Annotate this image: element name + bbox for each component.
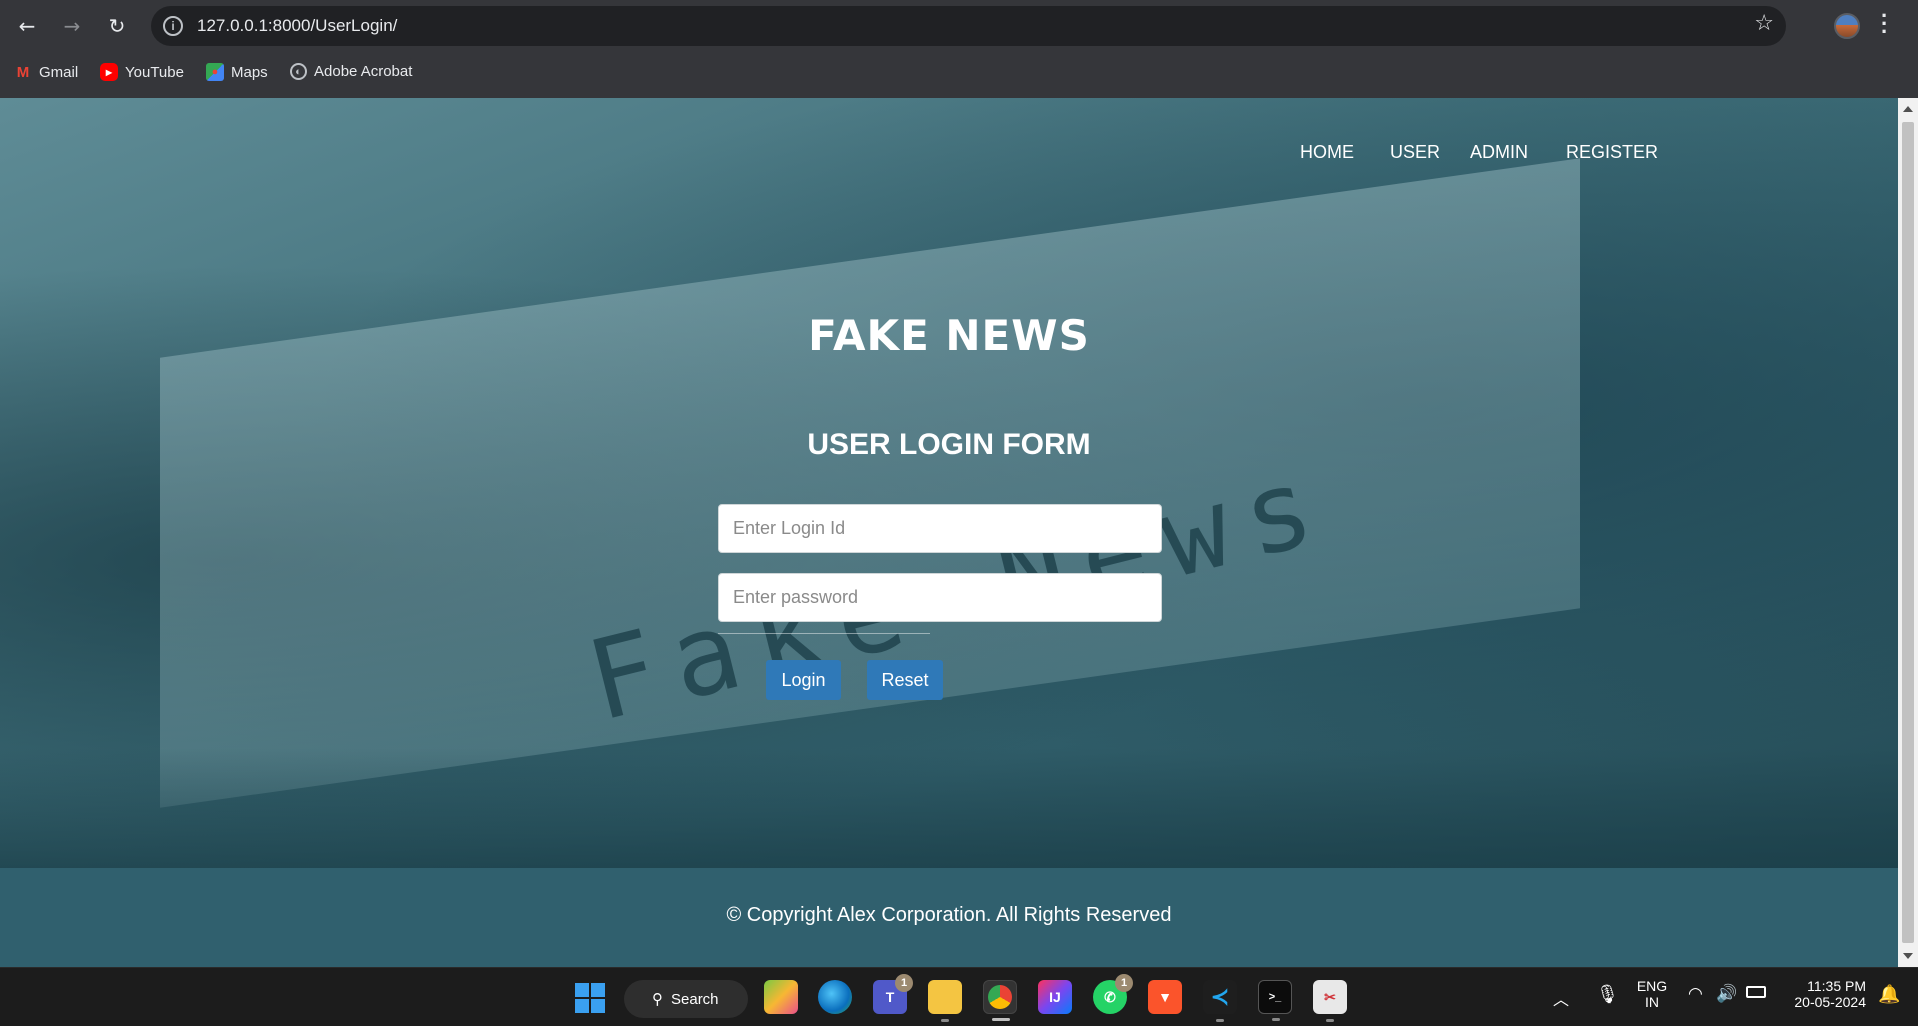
scroll-down-icon[interactable]: [1903, 953, 1913, 959]
running-indicator: [1216, 1019, 1224, 1022]
form-divider: [718, 633, 930, 634]
hero-shadow: [0, 748, 1898, 868]
copilot-icon[interactable]: [764, 980, 798, 1014]
volume-icon[interactable]: 🔊: [1716, 984, 1737, 1004]
maps-icon: ●: [206, 63, 224, 81]
windows-start-icon[interactable]: [575, 983, 605, 1013]
forward-icon[interactable]: →: [56, 10, 88, 42]
language-indicator[interactable]: ENG IN: [1636, 978, 1668, 1010]
chrome-logo: [988, 985, 1012, 1009]
wifi-icon[interactable]: ◠: [1688, 984, 1703, 1004]
bookmark-youtube[interactable]: ▶ YouTube: [100, 63, 184, 81]
bookmark-label: YouTube: [125, 63, 184, 81]
page-footer: © Copyright Alex Corporation. All Rights…: [0, 868, 1898, 967]
language-code: ENG: [1636, 978, 1668, 994]
clock-time: 11:35 PM: [1807, 978, 1866, 994]
language-region: IN: [1645, 994, 1659, 1010]
bookmark-maps[interactable]: ● Maps: [206, 63, 268, 81]
bookmark-adobe-acrobat[interactable]: ◐ Adobe Acrobat: [290, 63, 412, 80]
bookmark-label: Maps: [231, 63, 268, 81]
file-explorer-icon[interactable]: [928, 980, 962, 1022]
globe-icon: ◐: [290, 63, 307, 80]
scroll-up-icon[interactable]: [1903, 106, 1913, 112]
scrollbar-thumb[interactable]: [1902, 122, 1914, 943]
battery-icon[interactable]: [1746, 986, 1766, 998]
running-indicator: [1326, 1019, 1334, 1022]
teams-icon[interactable]: T1: [873, 974, 913, 1014]
windows-taskbar: ⚲ Search T1 IJ ✆ 1 ▼ ≺ >_ ✂ ︿ 🎙 ENG IN ◠ …: [0, 967, 1918, 1026]
nav-admin[interactable]: ADMIN: [1470, 142, 1528, 163]
whatsapp-badge: 1: [1115, 974, 1133, 992]
page-viewport: Fake News HOME USER ADMIN REGISTER FAKE …: [0, 98, 1898, 967]
bookmarks-bar: M Gmail ▶ YouTube ● Maps ◐ Adobe Acrobat: [0, 52, 1918, 98]
login-form-title: USER LOGIN FORM: [807, 428, 1091, 461]
edge-icon[interactable]: [818, 980, 852, 1014]
running-indicator: [1272, 1018, 1280, 1021]
show-hidden-icons-icon[interactable]: ︿: [1553, 986, 1569, 1010]
browser-toolbar: ← → ↻ i 127.0.0.1:8000/UserLogin/ ☆ · · ·: [0, 0, 1918, 52]
taskbar-search[interactable]: ⚲ Search: [624, 980, 748, 1018]
bookmark-star-icon[interactable]: ☆: [1754, 11, 1774, 36]
address-bar[interactable]: i 127.0.0.1:8000/UserLogin/ ☆: [151, 6, 1786, 46]
nav-user[interactable]: USER: [1390, 142, 1440, 163]
nav-register[interactable]: REGISTER: [1566, 142, 1658, 163]
brave-icon[interactable]: ▼: [1148, 980, 1182, 1014]
running-indicator: [992, 1018, 1010, 1021]
nav-home[interactable]: HOME: [1300, 142, 1354, 163]
reload-icon[interactable]: ↻: [101, 10, 133, 42]
snipping-tool-icon[interactable]: ✂: [1313, 980, 1347, 1022]
login-button[interactable]: Login: [766, 660, 841, 700]
youtube-icon: ▶: [100, 63, 118, 81]
microphone-icon[interactable]: 🎙: [1596, 984, 1619, 1005]
login-id-input[interactable]: [718, 504, 1162, 553]
whatsapp-icon[interactable]: ✆ 1: [1093, 974, 1133, 1014]
bookmark-label: Adobe Acrobat: [314, 63, 413, 80]
site-brand-title: FAKE NEWS: [808, 311, 1090, 360]
gmail-icon: M: [16, 63, 30, 81]
clock[interactable]: 11:35 PM 20-05-2024: [1786, 978, 1866, 1010]
copyright-text: © Copyright Alex Corporation. All Rights…: [726, 904, 1172, 926]
profile-avatar[interactable]: [1834, 13, 1860, 39]
taskbar-search-label: Search: [671, 990, 719, 1008]
bookmark-label: Gmail: [39, 63, 79, 81]
terminal-icon[interactable]: >_: [1258, 980, 1292, 1021]
bookmark-gmail[interactable]: M Gmail: [14, 63, 78, 81]
page-scrollbar[interactable]: [1898, 98, 1918, 967]
back-icon[interactable]: ←: [11, 10, 43, 42]
chrome-icon[interactable]: [983, 980, 1017, 1021]
hero-section: Fake News HOME USER ADMIN REGISTER FAKE …: [0, 98, 1898, 868]
password-input[interactable]: [718, 573, 1162, 622]
typewriter-paper-background: [160, 158, 1580, 808]
browser-menu-icon[interactable]: · · ·: [1881, 5, 1888, 43]
teams-badge: 1: [895, 974, 913, 992]
reset-button[interactable]: Reset: [867, 660, 943, 700]
vscode-icon[interactable]: ≺: [1203, 980, 1237, 1022]
intellij-icon[interactable]: IJ: [1038, 980, 1072, 1014]
site-info-icon[interactable]: i: [163, 16, 183, 36]
running-indicator: [941, 1019, 949, 1022]
url-text[interactable]: 127.0.0.1:8000/UserLogin/: [197, 16, 397, 36]
search-icon: ⚲: [652, 990, 663, 1008]
clock-date: 20-05-2024: [1794, 994, 1866, 1010]
notifications-icon[interactable]: 🔔: [1878, 984, 1900, 1005]
